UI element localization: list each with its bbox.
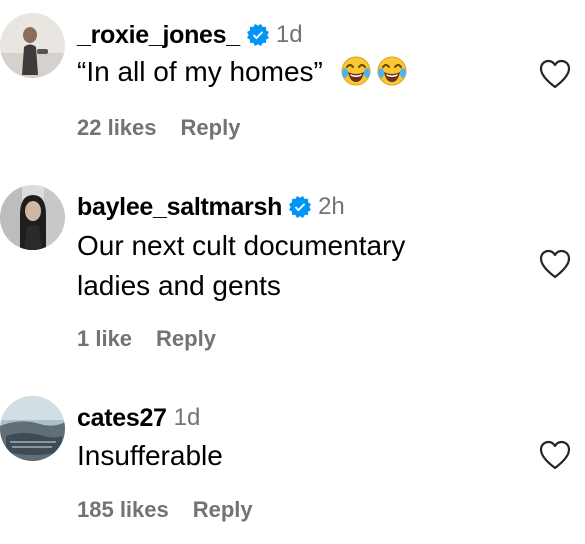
avatar[interactable] [0, 185, 65, 250]
comment-text-line: Our next cult documentary [77, 230, 406, 261]
avatar[interactable] [0, 396, 65, 461]
comment-text: Insufferable [77, 436, 223, 476]
comment-text-line: Insufferable [77, 440, 223, 471]
comment-meta: 22 likes Reply [77, 114, 240, 142]
comment-item: baylee_saltmarsh 2h Our next cult docume… [0, 165, 585, 365]
like-count[interactable]: 1 like [77, 326, 132, 352]
comment-text-line: ladies and gents [77, 270, 281, 301]
comment-item: cates27 1d Insufferable 185 likes Reply [0, 365, 585, 544]
reply-button[interactable]: Reply [156, 326, 216, 352]
reply-button[interactable]: Reply [193, 497, 253, 523]
timestamp[interactable]: 2h [318, 193, 345, 221]
comment-text: “In all of my homes” [77, 52, 407, 92]
comment-header: cates27 1d [77, 403, 200, 433]
verified-badge-icon [289, 196, 312, 218]
comment-text: Our next cult documentary ladies and gen… [77, 226, 405, 306]
heart-outline-icon[interactable] [538, 58, 572, 90]
heart-outline-icon[interactable] [538, 248, 572, 280]
like-count[interactable]: 22 likes [77, 115, 157, 141]
comment-text-line: “In all of my homes” [77, 56, 323, 87]
face-with-tears-of-joy-icon [377, 56, 407, 86]
username[interactable]: cates27 [77, 404, 167, 433]
comment-item: _roxie_jones_ 1d “In all of my homes” 22… [0, 0, 585, 165]
comment-header: baylee_saltmarsh 2h [77, 192, 345, 222]
avatar[interactable] [0, 13, 65, 78]
timestamp[interactable]: 1d [276, 21, 303, 49]
comment-meta: 1 like Reply [77, 325, 216, 353]
username[interactable]: baylee_saltmarsh [77, 193, 282, 222]
username[interactable]: _roxie_jones_ [77, 21, 240, 50]
reply-button[interactable]: Reply [181, 115, 241, 141]
heart-outline-icon[interactable] [538, 439, 572, 471]
comment-meta: 185 likes Reply [77, 496, 253, 524]
face-with-tears-of-joy-icon [341, 56, 371, 86]
verified-badge-icon [246, 24, 269, 46]
timestamp[interactable]: 1d [174, 404, 201, 432]
comment-header: _roxie_jones_ 1d [77, 20, 303, 50]
like-count[interactable]: 185 likes [77, 497, 169, 523]
